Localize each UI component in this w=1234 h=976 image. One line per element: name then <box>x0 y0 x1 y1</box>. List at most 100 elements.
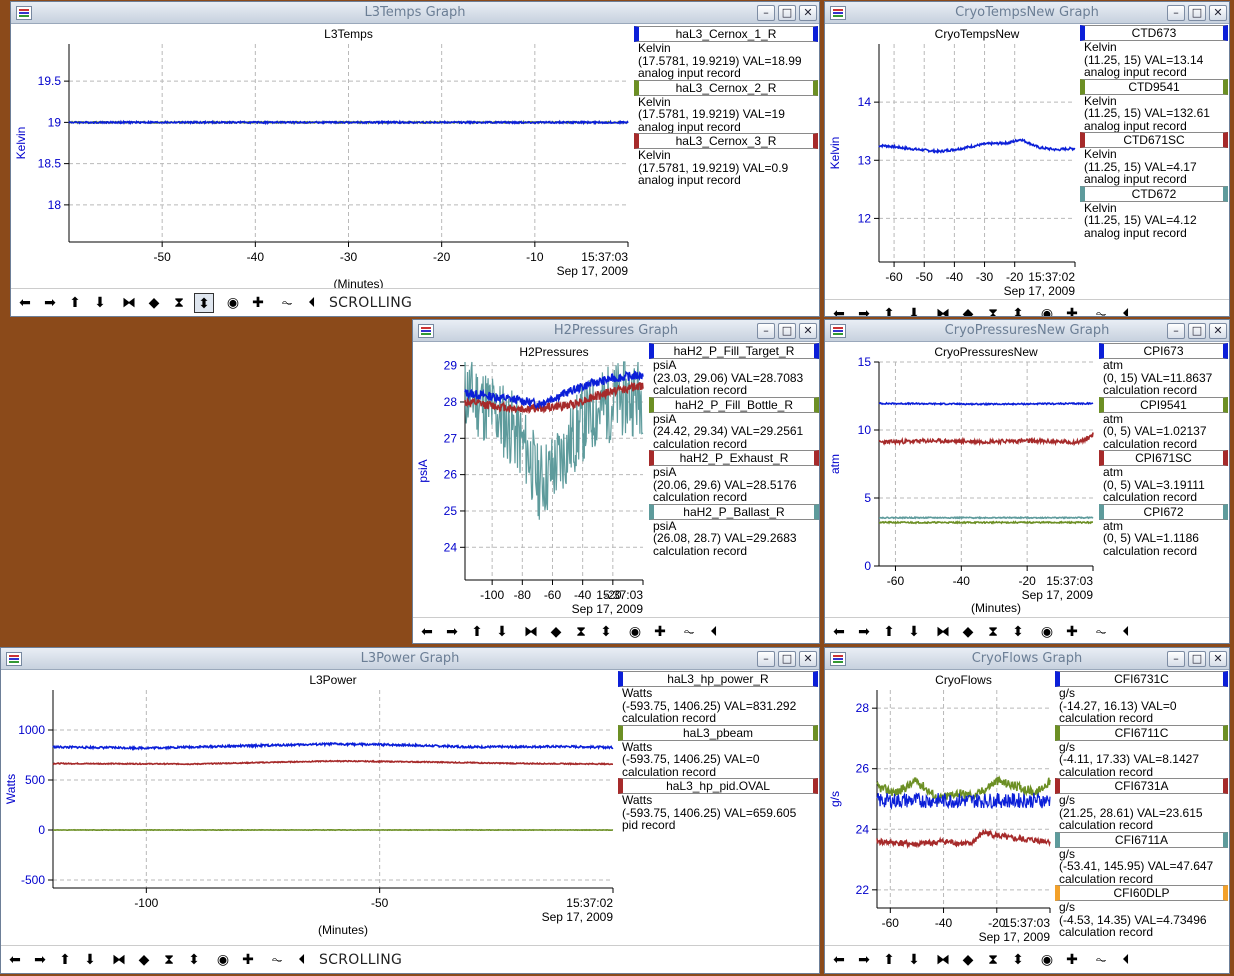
zoom-out-y-button[interactable]: ⬍ <box>596 622 616 642</box>
pan-right-button[interactable]: ➡ <box>442 622 462 642</box>
zoom-in-x-button[interactable]: ⧓ <box>521 622 541 642</box>
window-h2pressures[interactable]: H2Pressures Graph – □ ✕ H2Pressures -100-… <box>412 319 820 644</box>
legend-entry[interactable]: CFI6711A g/s (-53.41, 145.95) VAL=47.647 ca… <box>1055 831 1228 886</box>
close-button[interactable]: ✕ <box>799 323 817 339</box>
maximize-button[interactable]: □ <box>1188 323 1206 339</box>
scroll-mode-button[interactable]: ⏴ <box>1116 304 1136 316</box>
legend-name[interactable]: CTD671SC <box>1080 132 1228 148</box>
reset-button[interactable]: ✚ <box>650 622 670 642</box>
zoom-in-x-button[interactable]: ⧓ <box>109 950 129 970</box>
minimize-button[interactable]: – <box>1167 5 1185 21</box>
titlebar[interactable]: CryoFlows Graph – □ ✕ <box>825 648 1229 670</box>
zoom-in-y-button[interactable]: ⧗ <box>983 622 1003 642</box>
legend-entry[interactable]: CFI6711C g/s (-4.11, 17.33) VAL=8.1427 calc… <box>1055 724 1228 779</box>
style-button[interactable]: ⏦ <box>1091 622 1111 642</box>
titlebar[interactable]: H2Pressures Graph – □ ✕ <box>413 320 819 342</box>
close-button[interactable]: ✕ <box>1209 651 1227 667</box>
legend-entry[interactable]: CTD673 Kelvin (11.25, 15) VAL=13.14 analog … <box>1080 25 1228 79</box>
legend-name[interactable]: CFI6711C <box>1055 724 1228 741</box>
graph-area[interactable]: CryoPressuresNew -60 -40 -20 0 5 10 15 15:37:03 S… <box>825 342 1099 618</box>
maximize-button[interactable]: □ <box>778 5 796 21</box>
zoom-in-x-button[interactable]: ⧓ <box>119 293 139 313</box>
pan-up-button[interactable]: ⬆ <box>467 622 487 642</box>
style-button[interactable]: ⏦ <box>1091 950 1111 970</box>
zoom-out-x-button[interactable]: ◆ <box>144 293 164 313</box>
pan-left-button[interactable]: ⬅ <box>829 950 849 970</box>
legend-name[interactable]: haH2_P_Exhaust_R <box>649 450 819 466</box>
style-button[interactable]: ⏦ <box>277 293 297 313</box>
reset-button[interactable]: ✚ <box>238 950 258 970</box>
auto-scale-button[interactable]: ◉ <box>1037 622 1057 642</box>
maximize-button[interactable]: □ <box>1188 651 1206 667</box>
pan-down-button[interactable]: ⬇ <box>904 950 924 970</box>
minimize-button[interactable]: – <box>757 323 775 339</box>
auto-scale-button[interactable]: ◉ <box>223 293 243 313</box>
close-button[interactable]: ✕ <box>1209 323 1227 339</box>
legend-name[interactable]: haL3_Cernox_3_R <box>634 133 818 149</box>
legend-name[interactable]: CTD673 <box>1080 25 1228 41</box>
legend-name[interactable]: haL3_hp_power_R <box>618 671 818 687</box>
zoom-in-y-button[interactable]: ⧗ <box>169 293 189 313</box>
pan-right-button[interactable]: ➡ <box>854 304 874 316</box>
minimize-button[interactable]: – <box>757 651 775 667</box>
scroll-mode-button[interactable]: ⏴ <box>1116 622 1136 642</box>
legend-entry[interactable]: CPI673 atm (0, 15) VAL=11.8637 calculation … <box>1099 343 1228 397</box>
minimize-button[interactable]: – <box>757 5 775 21</box>
window-cryotemps[interactable]: CryoTempsNew Graph – □ ✕ CryoTempsNew -60… <box>824 1 1230 317</box>
zoom-in-x-button[interactable]: ⧓ <box>933 622 953 642</box>
pan-up-button[interactable]: ⬆ <box>879 622 899 642</box>
maximize-button[interactable]: □ <box>1188 5 1206 21</box>
reset-button[interactable]: ✚ <box>1062 622 1082 642</box>
legend-entry[interactable]: CFI6731C g/s (-14.27, 16.13) VAL=0 calculat… <box>1055 671 1228 725</box>
zoom-in-y-button[interactable]: ⧗ <box>983 950 1003 970</box>
zoom-out-y-button[interactable]: ⬍ <box>184 950 204 970</box>
zoom-out-x-button[interactable]: ◆ <box>134 950 154 970</box>
pan-up-button[interactable]: ⬆ <box>55 950 75 970</box>
minimize-button[interactable]: – <box>1167 323 1185 339</box>
legend-entry[interactable]: haH2_P_Ballast_R psiA (26.08, 28.7) VAL=29… <box>649 503 819 558</box>
pan-right-button[interactable]: ➡ <box>854 622 874 642</box>
pan-right-button[interactable]: ➡ <box>40 293 60 313</box>
auto-scale-button[interactable]: ◉ <box>213 950 233 970</box>
legend-name[interactable]: CPI672 <box>1099 503 1228 520</box>
graph-area[interactable]: L3Power -100 -50 -500 0 500 1000 15:37:02 Sep 17… <box>1 670 617 946</box>
pan-down-button[interactable]: ⬇ <box>492 622 512 642</box>
style-button[interactable]: ⏦ <box>679 622 699 642</box>
graph-area[interactable]: L3Temps -50 -40 -30 -20 -10 18 18.5 19 19.5 15:37:… <box>11 24 636 291</box>
window-l3power[interactable]: L3Power Graph – □ ✕ L3Power -100 -50 -500 0 5… <box>0 647 820 974</box>
zoom-out-x-button[interactable]: ◆ <box>546 622 566 642</box>
legend-entry[interactable]: haL3_Cernox_3_R Kelvin (17.5781, 19.9219) … <box>634 133 818 187</box>
graph-svg[interactable]: L3Temps -50 -40 -30 -20 -10 18 18.5 19 19.5 15:37:… <box>11 24 636 291</box>
scroll-mode-button[interactable]: ⏴ <box>1116 950 1136 970</box>
pan-down-button[interactable]: ⬇ <box>904 304 924 316</box>
legend-entry[interactable]: CPI672 atm (0, 5) VAL=1.1186 calculation re… <box>1099 503 1228 558</box>
auto-scale-button[interactable]: ◉ <box>1037 950 1057 970</box>
window-cryoflows[interactable]: CryoFlows Graph – □ ✕ CryoFlows -60 -40 -20… <box>824 647 1230 974</box>
legend-name[interactable]: haL3_hp_pid.OVAL <box>618 778 818 794</box>
legend-name[interactable]: CFI6731A <box>1055 778 1228 794</box>
zoom-out-y-button[interactable]: ⬍ <box>194 293 214 313</box>
pan-up-button[interactable]: ⬆ <box>879 304 899 316</box>
pan-down-button[interactable]: ⬇ <box>80 950 100 970</box>
zoom-out-x-button[interactable]: ◆ <box>958 304 978 316</box>
legend-name[interactable]: CPI9541 <box>1099 396 1228 413</box>
close-button[interactable]: ✕ <box>799 5 817 21</box>
graph-svg[interactable]: CryoFlows-60 -40 -202224262815:37:03Sep 17… <box>825 670 1055 946</box>
titlebar[interactable]: L3Temps Graph – □ ✕ <box>11 2 819 24</box>
pan-right-button[interactable]: ➡ <box>854 950 874 970</box>
titlebar[interactable]: CryoPressuresNew Graph – □ ✕ <box>825 320 1229 342</box>
legend-entry[interactable]: haH2_P_Fill_Target_R psiA (23.03, 29.06) V… <box>649 343 819 397</box>
legend-name[interactable]: CFI60DLP <box>1055 885 1228 901</box>
pan-left-button[interactable]: ⬅ <box>829 622 849 642</box>
legend-name[interactable]: haH2_P_Fill_Bottle_R <box>649 396 819 413</box>
legend-entry[interactable]: haL3_Cernox_2_R Kelvin (17.5781, 19.9219) … <box>634 79 818 134</box>
legend-entry[interactable]: CFI6731A g/s (21.25, 28.61) VAL=23.615 calc… <box>1055 778 1228 832</box>
auto-scale-button[interactable]: ◉ <box>1037 304 1057 316</box>
pan-left-button[interactable]: ⬅ <box>829 304 849 316</box>
legend-name[interactable]: haL3_pbeam <box>618 724 818 741</box>
auto-scale-button[interactable]: ◉ <box>625 622 645 642</box>
legend-entry[interactable]: haH2_P_Fill_Bottle_R psiA (24.42, 29.34) V… <box>649 396 819 451</box>
pan-up-button[interactable]: ⬆ <box>879 950 899 970</box>
titlebar[interactable]: L3Power Graph – □ ✕ <box>1 648 819 670</box>
legend-name[interactable]: CTD672 <box>1080 185 1228 202</box>
